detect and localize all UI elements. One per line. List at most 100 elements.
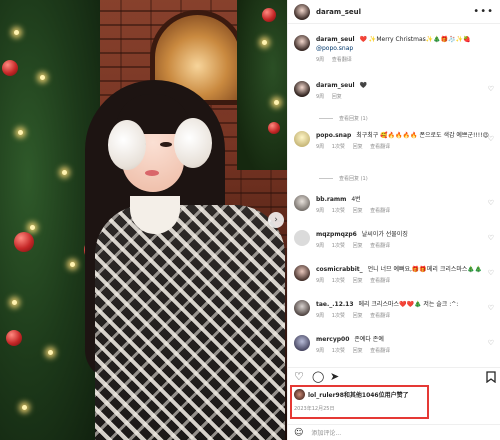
- see-translation-link[interactable]: 查看翻译: [370, 348, 390, 354]
- comment-text: 메리 크리스마스❤️❤️🎄 저는 슬크 :^:: [358, 301, 459, 308]
- post-date: 2023年12月25日: [294, 406, 335, 412]
- like-count[interactable]: 1次赞: [332, 243, 345, 249]
- comment-item: cosmicrabbit_ 언니 너므 예뻐요,🎁🎁메리 크리스마스🎄🎄 9周 …: [294, 265, 494, 286]
- comment-like-heart-icon[interactable]: ♡: [488, 199, 494, 207]
- like-count[interactable]: 1次赞: [332, 348, 345, 354]
- author-username[interactable]: daram_seul: [316, 8, 361, 16]
- see-translation-link[interactable]: 查看翻译: [370, 278, 390, 284]
- comment-username[interactable]: popo.snap: [316, 132, 351, 139]
- comment-text: 존예다 존예: [354, 336, 384, 343]
- comment-username[interactable]: tae._.12.13: [316, 301, 354, 308]
- see-translation-link[interactable]: 查看翻译: [370, 313, 390, 319]
- comment-like-heart-icon[interactable]: ♡: [488, 339, 494, 347]
- reply-link[interactable]: 回复: [353, 313, 363, 319]
- author-avatar[interactable]: [294, 3, 310, 20]
- view-replies-link[interactable]: 查看回复 (1): [319, 115, 368, 122]
- person-eye: [160, 142, 172, 147]
- comment-item: bb.ramm 4번 9周 1次赞 回复 查看翻译 ♡: [294, 195, 494, 216]
- reply-link[interactable]: 回复: [353, 144, 363, 150]
- comment-text: 4번: [351, 196, 361, 203]
- chevron-right-icon: ›: [274, 215, 278, 225]
- likes-text: lol_ruler98和其他1046位用户赞了: [308, 392, 409, 399]
- tree-light: [274, 100, 279, 105]
- post-sidebar: daram_seul ••• daram_seul ❤️ ✨Merry Chri…: [287, 0, 500, 440]
- comment-item: mqzpmqzp6 날씨이가 선물이징 9周 1次赞 回复 查看翻译 ♡: [294, 230, 494, 251]
- tree-light: [18, 130, 23, 135]
- avatar[interactable]: [294, 131, 310, 147]
- reply-link[interactable]: 回复: [353, 278, 363, 284]
- person-lips: [145, 170, 159, 176]
- comment-time: 9周: [316, 243, 325, 249]
- see-translation-link[interactable]: 查看翻译: [370, 144, 390, 150]
- comment-time: 9周: [316, 144, 325, 150]
- like-count[interactable]: 1次赞: [332, 313, 345, 319]
- view-replies-label: 查看回复 (1): [339, 176, 368, 182]
- comment-input[interactable]: 添加评论...: [311, 428, 341, 437]
- see-translation-link[interactable]: 查看翻译: [332, 57, 352, 63]
- post-photo[interactable]: ›: [0, 0, 287, 440]
- bookmark-icon[interactable]: [486, 371, 496, 386]
- comment-username[interactable]: mqzpmqzp6: [316, 231, 357, 238]
- avatar[interactable]: [294, 35, 310, 51]
- like-count[interactable]: 1次赞: [332, 208, 345, 214]
- next-photo-button[interactable]: ›: [268, 212, 284, 228]
- action-bar: ♡ ◯ ➤: [288, 367, 500, 385]
- comment-username[interactable]: daram_seul: [316, 82, 355, 89]
- reply-link[interactable]: 回复: [332, 94, 342, 100]
- avatar[interactable]: [294, 195, 310, 211]
- see-translation-link[interactable]: 查看翻译: [370, 243, 390, 249]
- like-heart-icon[interactable]: ♡: [294, 371, 304, 383]
- caption: daram_seul ❤️ ✨Merry Christmas✨🎄🎁🧦✨🍓 @po…: [294, 35, 494, 65]
- comment-item: mercyp00 존예다 존예 9周 1次赞 回复 查看翻译 ♡: [294, 335, 494, 356]
- like-count[interactable]: 1次赞: [332, 144, 345, 150]
- christmas-tree-right: [237, 0, 287, 170]
- ornament-ball: [14, 232, 34, 252]
- view-replies-link[interactable]: 查看回复 (1): [319, 175, 368, 182]
- see-translation-link[interactable]: 查看翻译: [370, 208, 390, 214]
- ornament-ball: [268, 122, 280, 134]
- tree-light: [14, 30, 19, 35]
- comment-bubble-icon[interactable]: ◯: [312, 371, 324, 383]
- add-comment-bar[interactable]: ☺ 添加评论...: [288, 424, 500, 440]
- ornament-ball: [262, 8, 276, 22]
- comments-list: daram_seul ❤️ ✨Merry Christmas✨🎄🎁🧦✨🍓 @po…: [288, 25, 500, 365]
- avatar[interactable]: [294, 265, 310, 281]
- tree-light: [12, 300, 17, 305]
- tree-light: [262, 40, 267, 45]
- comment-item: tae._.12.13 메리 크리스마스❤️❤️🎄 저는 슬크 :^: 9周 1…: [294, 300, 494, 321]
- ornament-ball: [6, 330, 22, 346]
- likes-summary[interactable]: lol_ruler98和其他1046位用户赞了: [294, 389, 409, 400]
- tree-light: [70, 262, 75, 267]
- emoji-icon[interactable]: ☺: [294, 428, 303, 438]
- bookmark-svg: [486, 371, 496, 384]
- earmuff-left: [108, 120, 146, 170]
- comment-like-heart-icon[interactable]: ♡: [488, 304, 494, 312]
- share-send-icon[interactable]: ➤: [330, 371, 339, 383]
- reply-link[interactable]: 回复: [353, 208, 363, 214]
- ornament-ball: [2, 60, 18, 76]
- avatar[interactable]: [294, 300, 310, 316]
- comment-text: 언니 너므 예뻐요,🎁🎁메리 크리스마스🎄🎄: [367, 266, 483, 273]
- avatar[interactable]: [294, 81, 310, 97]
- comment-username[interactable]: cosmicrabbit_: [316, 266, 363, 273]
- comment-username[interactable]: daram_seul: [316, 36, 355, 43]
- comment-username[interactable]: mercyp00: [316, 336, 349, 343]
- like-count[interactable]: 1次赞: [332, 278, 345, 284]
- comment-text: 날씨이가 선물이징: [361, 231, 408, 238]
- comment-text: 최구최구 🥰🔥🔥🔥🔥 폰으로도 색감 예쁘군!!!!😍: [356, 132, 489, 139]
- comment-like-heart-icon[interactable]: ♡: [488, 85, 494, 93]
- reply-link[interactable]: 回复: [353, 348, 363, 354]
- comment-username[interactable]: bb.ramm: [316, 196, 346, 203]
- tree-light: [40, 75, 45, 80]
- reply-link[interactable]: 回复: [353, 243, 363, 249]
- mention-link[interactable]: @popo.snap: [316, 44, 494, 53]
- comment-like-heart-icon[interactable]: ♡: [488, 135, 494, 143]
- avatar[interactable]: [294, 230, 310, 246]
- earmuff-right: [174, 118, 212, 168]
- comment-item: popo.snap 최구최구 🥰🔥🔥🔥🔥 폰으로도 색감 예쁘군!!!!😍 9周…: [294, 131, 494, 152]
- comment-like-heart-icon[interactable]: ♡: [488, 269, 494, 277]
- tree-light: [48, 350, 53, 355]
- ellipsis-icon[interactable]: •••: [473, 6, 494, 17]
- avatar[interactable]: [294, 335, 310, 351]
- comment-like-heart-icon[interactable]: ♡: [488, 234, 494, 242]
